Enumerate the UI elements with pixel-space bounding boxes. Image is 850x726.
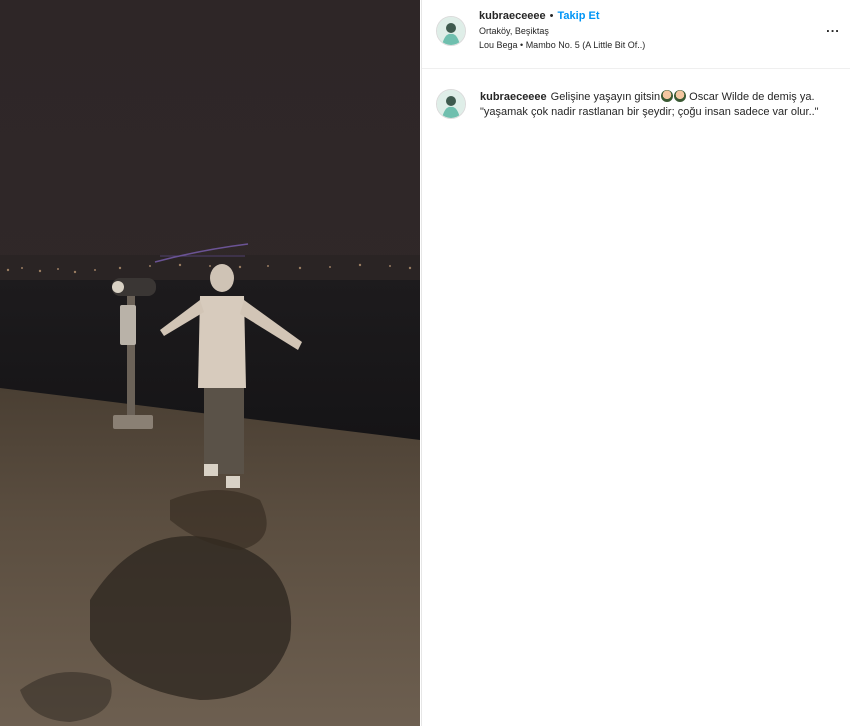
caption-text: kubraeceeee Gelişine yaşayın gitsin Oscar… — [480, 90, 850, 120]
avatar[interactable] — [436, 89, 466, 119]
username-link[interactable]: kubraeceeee — [479, 10, 546, 22]
post-media-video[interactable] — [0, 0, 420, 726]
avatar[interactable] — [436, 16, 466, 46]
woman-emoji-icon — [674, 90, 687, 102]
caption-text-part1: Gelişine yaşayın gitsin — [550, 91, 661, 103]
header-meta: kubraeceeee • Takip Et Ortaköy, Beşiktaş L… — [479, 9, 811, 52]
profile-picture-icon — [437, 90, 465, 118]
more-options-icon[interactable]: ... — [823, 21, 843, 38]
post-side-panel: kubraeceeee • Takip Et Ortaköy, Beşiktaş L… — [421, 0, 850, 726]
profile-picture-icon — [437, 17, 465, 45]
follow-button[interactable]: Takip Et — [558, 10, 600, 22]
caption-username-link[interactable]: kubraeceeee — [480, 91, 547, 103]
night-scene-image — [0, 0, 420, 726]
location-link[interactable]: Ortaköy, Beşiktaş — [479, 24, 811, 38]
separator-dot: • — [549, 10, 554, 22]
woman-emoji-icon — [661, 90, 674, 102]
music-link[interactable]: Lou Bega • Mambo No. 5 (A Little Bit Of.… — [479, 38, 811, 52]
post-header: kubraeceeee • Takip Et Ortaköy, Beşiktaş L… — [422, 0, 850, 69]
header-line-username: kubraeceeee • Takip Et — [479, 9, 811, 23]
